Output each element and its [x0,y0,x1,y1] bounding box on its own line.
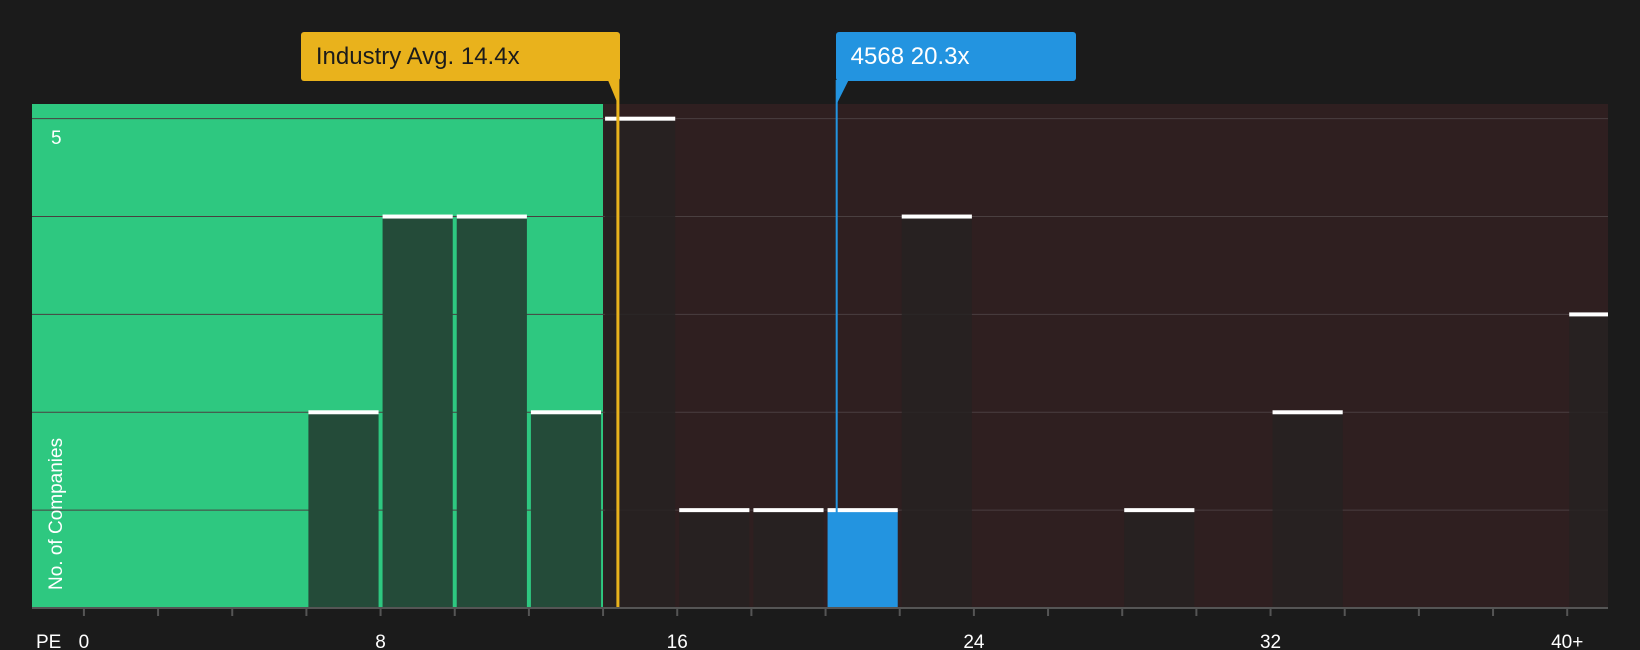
bar-cap [382,214,453,219]
y-axis-title: No. of Companies [46,438,67,590]
bar-cap [901,214,972,219]
bar-cap [605,116,676,121]
x-tick-label: 0 [79,632,90,650]
bar-cap [1272,410,1343,415]
histogram-bar [530,412,602,608]
histogram-bar [827,510,898,608]
x-axis: 0 8 16 24 32 40+ [32,607,1608,650]
x-axis-title: PE [36,632,61,650]
bar-cap [679,508,750,513]
bar-cap [827,508,898,513]
x-tick-label: 32 [1260,632,1281,650]
histogram-bar [456,216,527,608]
x-tick-label: 24 [963,632,985,650]
y-tick-label: 5 [51,128,62,149]
histogram-bar [753,510,824,608]
bar-cap [308,410,379,415]
histogram-bar [382,216,453,608]
histogram-bar [1124,510,1195,608]
histogram-bar [1569,314,1608,608]
x-tick-label: 16 [667,632,688,650]
histogram-bar [679,510,750,608]
pe-distribution-chart: 0 8 16 24 32 40+ 5 No. of Companies PE [32,80,1608,650]
x-tick-label: 40+ [1551,632,1583,650]
bar-cap [456,214,527,219]
bar-cap [1124,508,1195,513]
histogram-bar [605,118,676,608]
histogram-bar [901,216,972,608]
bar-cap [1569,312,1608,317]
company-pe-callout: 4568 20.3x [835,32,1076,81]
bar-cap [753,508,824,513]
histogram-bar [308,412,379,608]
company-pe-pointer [836,80,849,104]
bar-cap [530,410,602,415]
x-tick-label: 8 [375,632,386,650]
industry-avg-callout: Industry Avg. 14.4x [300,32,620,81]
histogram-bar [1272,412,1343,608]
